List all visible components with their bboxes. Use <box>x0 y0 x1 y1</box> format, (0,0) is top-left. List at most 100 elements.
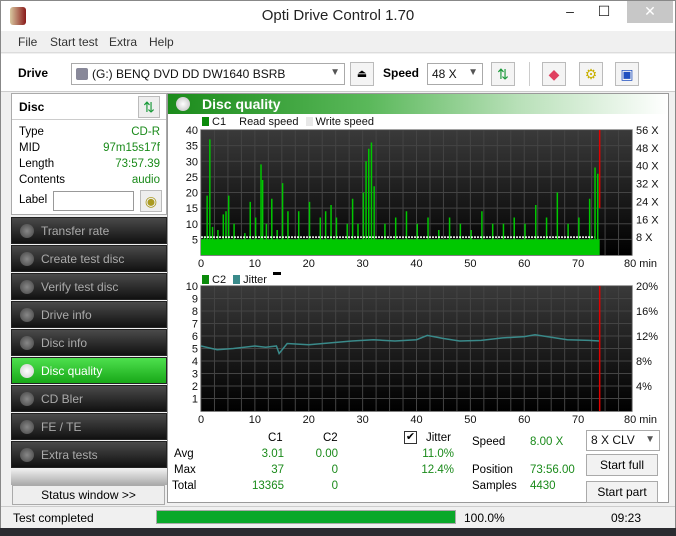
y-tick-label: 5 <box>192 234 198 246</box>
y-tick-label: 10 <box>186 281 198 293</box>
x-tick-label: 10 <box>249 414 261 426</box>
panel-title: Disc quality <box>202 96 281 112</box>
toolbar: Drive (G:) BENQ DVD DD DW1640 BSRB ▼ ⏏ Sp… <box>1 54 675 92</box>
c1-bar <box>335 217 338 255</box>
c1-bar <box>365 161 367 255</box>
progress-text: 100.0% <box>464 511 505 525</box>
y-tick-label: 5 <box>192 344 198 356</box>
test-speed-select[interactable]: 8 X CLV ▼ <box>586 430 660 451</box>
x-tick-label: 80 min <box>624 258 657 270</box>
avg-c2: 0.00 <box>315 448 338 460</box>
nav-disc-info[interactable]: Disc info <box>11 329 167 356</box>
disc-length-value: 73:57.39 <box>115 158 160 170</box>
refresh-icon[interactable]: ⇅ <box>491 62 515 86</box>
disc-refresh-icon[interactable]: ⇅ <box>138 96 160 118</box>
disc-icon <box>20 364 34 378</box>
x-tick-label: 20 <box>303 258 315 270</box>
nav-extra-tests[interactable]: Extra tests <box>11 441 167 468</box>
close-button[interactable]: ✕ <box>627 1 673 23</box>
nav-transfer-rate[interactable]: Transfer rate <box>11 217 167 244</box>
save-icon[interactable]: ▣ <box>615 62 639 86</box>
disc-label-label: Label <box>19 194 48 206</box>
c1-bar <box>225 211 227 255</box>
y-tick-label: 1 <box>192 394 198 406</box>
x-tick-label: 60 <box>518 258 530 270</box>
maximize-button[interactable]: ☐ <box>589 1 619 23</box>
menu-start-test[interactable]: Start test <box>50 35 98 49</box>
eject-icon[interactable]: ⏏ <box>350 62 374 86</box>
total-c1: 13365 <box>252 480 284 492</box>
disc-icon[interactable]: ◉ <box>140 190 162 212</box>
nav-create-test-disc[interactable]: Create test disc <box>11 245 167 272</box>
elapsed-time: 09:23 <box>611 511 642 525</box>
disc-icon <box>20 336 34 350</box>
jitter-header: Jitter <box>426 432 451 444</box>
nav-disc-quality[interactable]: Disc quality <box>11 357 167 384</box>
chevron-down-icon: ▼ <box>468 67 478 78</box>
c1-bar <box>362 192 365 255</box>
y2-tick-label: 16 X <box>636 214 659 226</box>
y2-tick-label: 32 X <box>636 179 659 191</box>
jitter-checkbox[interactable]: ✔ <box>404 431 417 444</box>
c1-bar <box>211 226 214 255</box>
c1-bar <box>524 223 526 255</box>
y-tick-label: 15 <box>186 203 198 215</box>
speed-select[interactable]: 48 X ▼ <box>427 63 483 85</box>
test-speed-value: 8 X CLV <box>591 433 635 447</box>
menu-help[interactable]: Help <box>149 35 174 49</box>
toolbar-divider <box>529 62 530 86</box>
sidebar: Disc ⇅ Type CD-R MID 97m15s17f Length 73… <box>11 93 167 505</box>
drive-select[interactable]: (G:) BENQ DVD DD DW1640 BSRB ▼ <box>71 63 345 85</box>
c1-bar <box>481 211 483 255</box>
erase-icon[interactable]: ◆ <box>542 62 566 86</box>
drive-select-value: (G:) BENQ DVD DD DW1640 BSRB <box>92 67 286 81</box>
drive-icon <box>76 68 88 80</box>
nav-label: Extra tests <box>41 448 98 462</box>
nav-verify-test-disc[interactable]: Verify test disc <box>11 273 167 300</box>
max-c1: 37 <box>271 464 284 476</box>
menu-extra[interactable]: Extra <box>109 35 137 49</box>
nav-fe-te[interactable]: FE / TE <box>11 413 167 440</box>
disc-contents-label: Contents <box>19 174 66 186</box>
start-part-button[interactable]: Start part <box>586 481 658 503</box>
status-bar: Test completed 100.0% 09:23 <box>1 506 675 528</box>
total-label: Total <box>172 480 197 492</box>
start-full-button[interactable]: Start full <box>586 454 658 476</box>
c1-bar <box>567 223 569 255</box>
c1-bar <box>330 205 332 255</box>
nav-label: Transfer rate <box>41 224 110 238</box>
x-tick-label: 60 <box>518 414 530 426</box>
x-tick-label: 80 min <box>624 414 657 426</box>
c1-bar <box>308 201 311 255</box>
y2-tick-label: 24 X <box>636 196 659 208</box>
c1-bar <box>249 201 251 255</box>
c1-bar <box>394 217 397 255</box>
c1-bar <box>596 173 599 255</box>
c1-bar <box>222 214 225 255</box>
y2-tick-label: 56 X <box>636 125 659 137</box>
disc-label-input[interactable] <box>53 191 134 211</box>
status-window-button[interactable]: Status window >> <box>12 485 165 505</box>
nav-cd-bler[interactable]: CD Bler <box>11 385 167 412</box>
y2-tick-label: 20% <box>636 281 658 293</box>
disc-icon <box>20 420 34 434</box>
c1-bar <box>357 223 359 255</box>
col-c2-header: C2 <box>323 432 338 444</box>
c1-bar <box>233 223 235 255</box>
jitter-chart: 0 10 20 30 40 50 60 70 80 min123456789104%8%12%1… <box>186 281 658 426</box>
c1-bar <box>405 211 408 255</box>
minimize-button[interactable]: ‒ <box>555 1 585 23</box>
c1-bar <box>254 217 257 255</box>
y2-tick-label: 12% <box>636 331 658 343</box>
disc-mid-value: 97m15s17f <box>103 142 160 154</box>
c1-bar <box>297 211 300 255</box>
settings-icon[interactable]: ⚙ <box>579 62 603 86</box>
speed-select-value: 48 X <box>432 67 457 81</box>
x-tick-label: 40 <box>410 258 422 270</box>
avg-label: Avg <box>174 448 194 460</box>
menu-file[interactable]: File <box>18 35 37 49</box>
title-bar: Opti Drive Control 1.70 ‒ ☐ ✕ <box>1 1 675 31</box>
disc-quality-icon <box>176 97 190 111</box>
nav-drive-info[interactable]: Drive info <box>11 301 167 328</box>
nav-label: Create test disc <box>41 252 125 266</box>
